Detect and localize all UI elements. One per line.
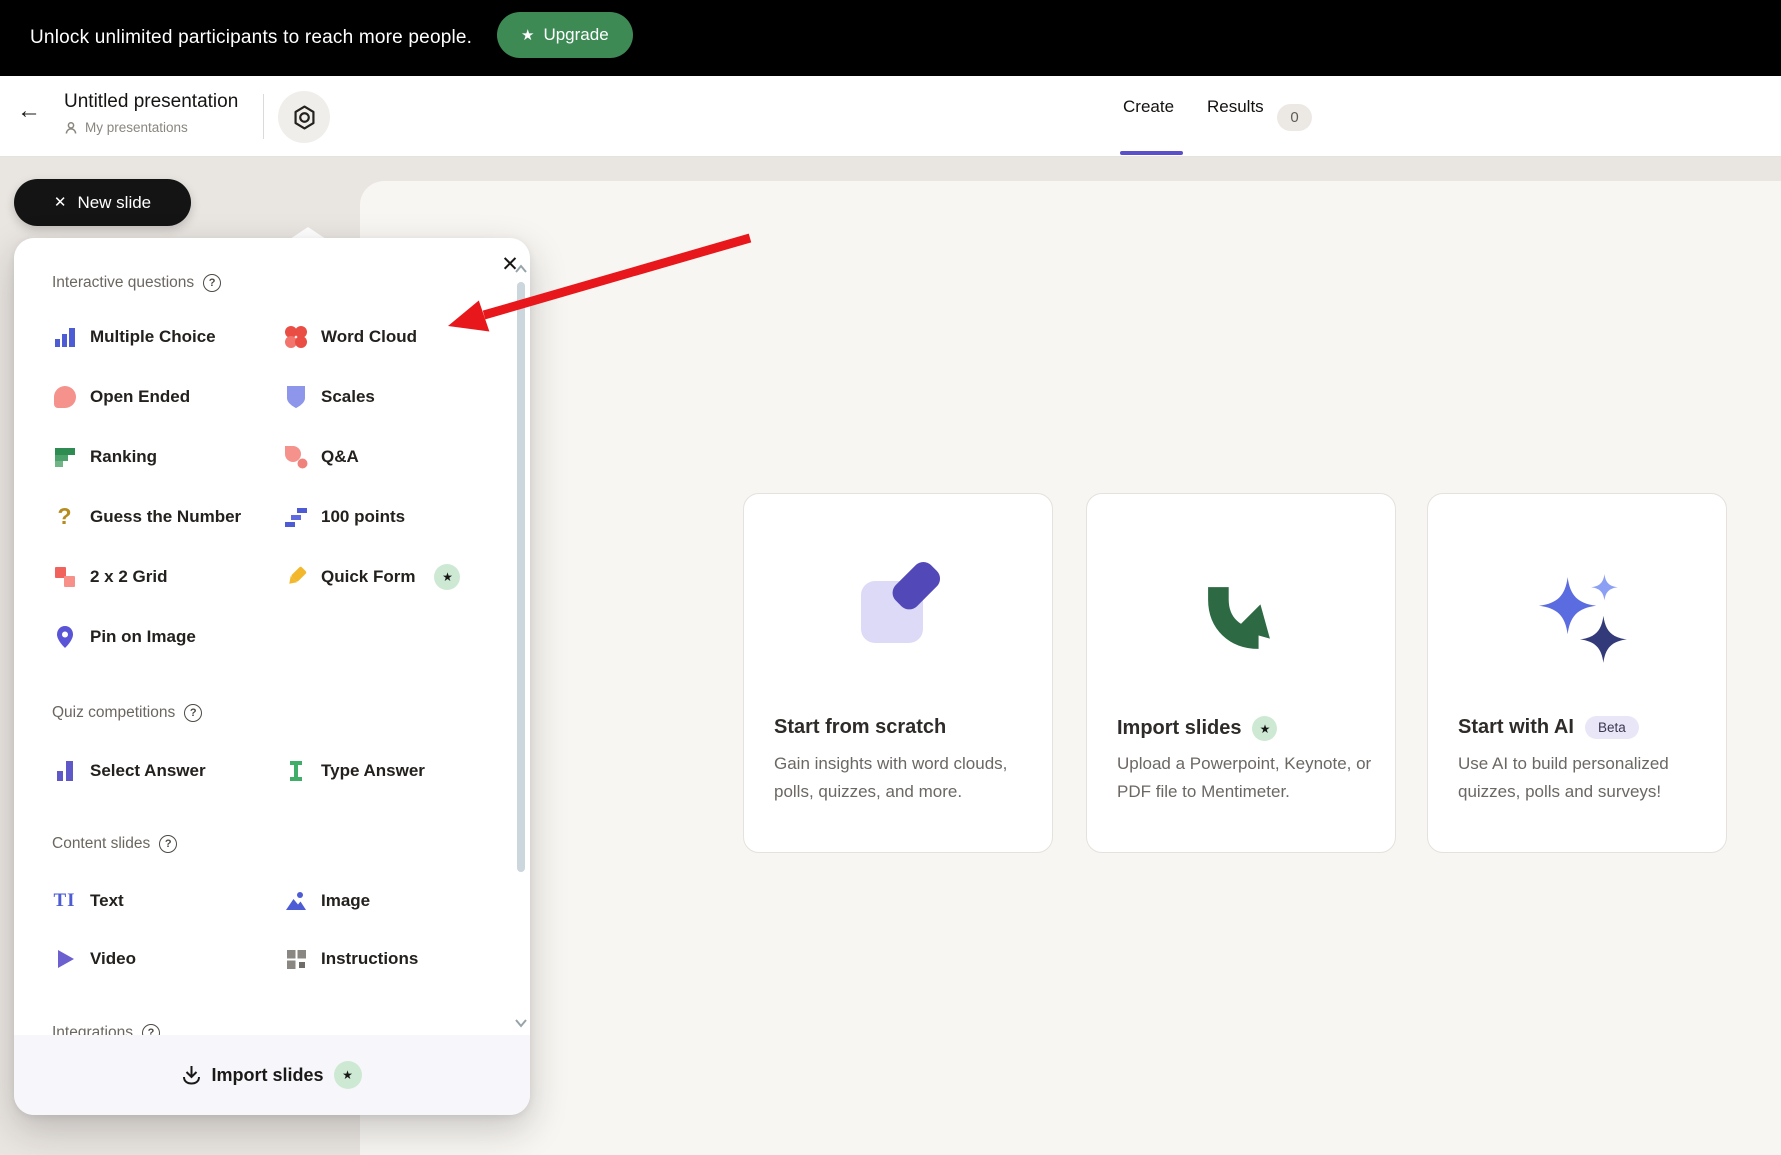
premium-star-badge: ★ — [333, 1061, 362, 1089]
slide-type-scales[interactable]: Scales — [283, 383, 375, 410]
qa-bubbles-icon — [283, 444, 308, 469]
text-cursor-icon — [283, 758, 308, 783]
help-icon[interactable]: ? — [184, 704, 203, 722]
slide-type-popup: ✕ Interactive questions ? Multiple Choic… — [14, 238, 530, 1115]
new-slide-button[interactable]: ✕ New slide — [14, 179, 191, 226]
upgrade-banner: Unlock unlimited participants to reach m… — [0, 0, 1781, 76]
slide-type-ranking[interactable]: Ranking — [52, 443, 157, 470]
slide-type-open-ended[interactable]: Open Ended — [52, 383, 190, 410]
new-slide-label: New slide — [77, 192, 152, 212]
section-interactive-questions: Interactive questions ? — [52, 274, 222, 292]
import-slides-label: Import slides — [211, 1064, 324, 1085]
card-import-slides[interactable]: Import slides ★ Upload a Powerpoint, Key… — [1086, 493, 1396, 853]
pencil-square-icon — [861, 561, 941, 643]
upgrade-label: Upgrade — [543, 25, 609, 44]
play-icon — [52, 946, 77, 971]
pen-icon — [283, 564, 308, 589]
star-icon: ★ — [521, 26, 535, 44]
editor-header: ← Untitled presentation My presentations… — [0, 76, 1781, 157]
slide-type-video[interactable]: Video — [52, 945, 136, 972]
presentation-title[interactable]: Untitled presentation — [64, 91, 238, 113]
slide-type-100-points[interactable]: 100 points — [283, 503, 405, 530]
slide-type-word-cloud[interactable]: Word Cloud — [283, 323, 417, 350]
slide-type-select-answer[interactable]: Select Answer — [52, 757, 206, 784]
card-title: Import slides — [1117, 717, 1242, 739]
back-button[interactable]: ← — [14, 96, 44, 126]
speech-bubble-icon — [52, 384, 77, 409]
beta-badge: Beta — [1584, 716, 1639, 739]
card-description: Use AI to build personalized quizzes, po… — [1458, 754, 1669, 801]
shield-icon — [283, 384, 308, 409]
card-start-from-scratch[interactable]: Start from scratch Gain insights with wo… — [743, 493, 1053, 853]
ai-sparkles-icon — [1539, 574, 1627, 663]
slide-type-quick-form[interactable]: Quick Form ★ — [283, 563, 461, 590]
mentimeter-editor: Unlock unlimited participants to reach m… — [0, 0, 1781, 1155]
map-pin-icon — [52, 624, 77, 649]
help-icon[interactable]: ? — [159, 835, 178, 853]
scroll-up-icon[interactable] — [514, 264, 528, 274]
banner-message: Unlock unlimited participants to reach m… — [30, 27, 473, 48]
question-mark-icon: ? — [57, 503, 72, 529]
upgrade-button[interactable]: ★ Upgrade — [497, 12, 633, 58]
tab-create[interactable]: Create — [1123, 97, 1174, 117]
popup-scrollbar[interactable] — [517, 282, 525, 872]
tab-results[interactable]: Results — [1207, 97, 1264, 117]
breadcrumb[interactable]: My presentations — [64, 120, 188, 135]
gear-icon — [293, 105, 315, 129]
results-count-badge: 0 — [1277, 104, 1312, 131]
slide-type-instructions[interactable]: Instructions — [283, 945, 418, 972]
points-steps-icon — [283, 504, 308, 529]
bar-chart-icon — [52, 324, 77, 349]
select-answer-bars-icon — [52, 758, 77, 783]
help-icon[interactable]: ? — [203, 274, 222, 292]
section-quiz-competitions: Quiz competitions ? — [52, 704, 203, 722]
word-cloud-icon — [283, 324, 308, 349]
scroll-down-icon[interactable] — [514, 1018, 528, 1028]
user-icon — [65, 121, 77, 134]
premium-star-badge: ★ — [434, 563, 461, 590]
close-icon: ✕ — [53, 194, 67, 211]
slide-type-guess-the-number[interactable]: ? Guess the Number — [52, 503, 241, 530]
slide-type-image[interactable]: Image — [283, 887, 370, 914]
card-description: Gain insights with word clouds, polls, q… — [774, 754, 1008, 801]
slide-type-type-answer[interactable]: Type Answer — [283, 757, 425, 784]
card-start-with-ai[interactable]: Start with AI Beta Use AI to build perso… — [1427, 493, 1727, 853]
slide-type-multiple-choice[interactable]: Multiple Choice — [52, 323, 216, 350]
card-title: Start with AI — [1458, 716, 1574, 738]
card-description: Upload a Powerpoint, Keynote, or PDF fil… — [1117, 754, 1372, 801]
text-icon: TI — [53, 889, 76, 911]
slide-type-text[interactable]: TI Text — [52, 887, 123, 914]
grid-icon — [283, 946, 308, 971]
slide-type-pin-on-image[interactable]: Pin on Image — [52, 623, 196, 650]
active-tab-underline — [1120, 151, 1183, 155]
slide-type-qa[interactable]: Q&A — [283, 443, 359, 470]
download-icon — [183, 1066, 201, 1085]
import-arrow-icon — [1208, 587, 1270, 649]
premium-star-badge: ★ — [1252, 716, 1278, 741]
theme-settings-button[interactable] — [278, 91, 330, 143]
slide-type-2x2-grid[interactable]: 2 x 2 Grid — [52, 563, 167, 590]
section-content-slides: Content slides ? — [52, 835, 178, 853]
header-divider — [263, 94, 264, 139]
import-slides-footer-button[interactable]: Import slides ★ — [14, 1035, 530, 1115]
breadcrumb-label: My presentations — [85, 120, 188, 135]
ranking-steps-icon — [52, 444, 77, 469]
grid-squares-icon — [52, 564, 77, 589]
card-title: Start from scratch — [774, 716, 947, 738]
image-icon — [283, 888, 308, 913]
